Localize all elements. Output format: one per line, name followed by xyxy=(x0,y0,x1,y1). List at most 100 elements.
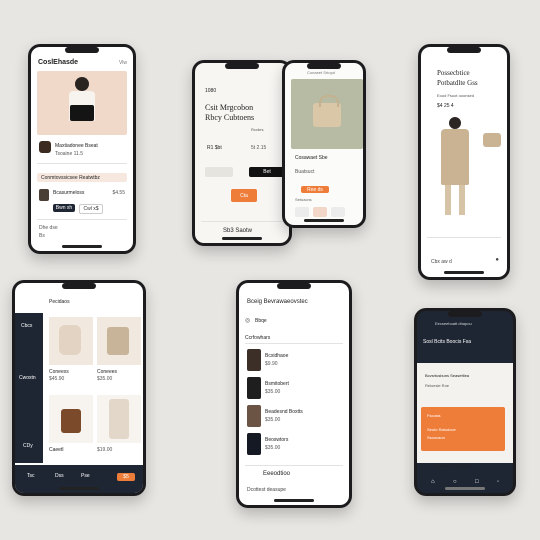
phone-5: Cbcx Cwoxtn CDy Pecidaos Coneexs $45.90 … xyxy=(12,280,146,496)
bottom-text: Bcsessdco Reraets xyxy=(435,463,470,468)
item-label: Bsmitobert xyxy=(265,381,289,387)
item-price: $35.00 xyxy=(265,417,281,423)
item-price: $35.00 xyxy=(265,445,281,451)
row-thumb[interactable] xyxy=(39,189,49,201)
phone-4: Possecbtice Potbatdlte Gss Eoud Fsuot oo… xyxy=(418,44,510,280)
product-caption: Maxtiadonee Bseat xyxy=(55,143,98,149)
screen-header: Bceig Bevrawaeovstec xyxy=(247,299,308,305)
side-label: Cbcx xyxy=(21,323,33,329)
field-note: 5t 2.15 xyxy=(251,145,267,151)
item-thumb[interactable] xyxy=(247,433,261,455)
nav-item[interactable]: Tsc xyxy=(27,473,35,479)
notch xyxy=(62,283,96,289)
product-price: $35.00 xyxy=(97,376,113,382)
product-image[interactable] xyxy=(49,317,93,365)
status-text: 1080 xyxy=(205,88,217,94)
screen: Bceig Bevrawaeovstec ◎ Bbqe Ccrfowhars B… xyxy=(239,283,349,505)
screen: 1080 Csit Mrgcobon Rbcy Cubtoens Rcxbrs … xyxy=(195,63,289,243)
home-indicator xyxy=(304,219,344,222)
screen: Conaeet Srtopd Cosawaet Sbe Buatsuct Ree… xyxy=(285,63,363,225)
nav-item[interactable]: Pse xyxy=(81,473,90,479)
product-thumb[interactable] xyxy=(39,141,51,153)
notch xyxy=(307,63,341,69)
notch xyxy=(65,47,99,53)
product-desc: Eoud Fsuot ooonsed xyxy=(437,93,474,98)
item-thumb[interactable] xyxy=(247,405,261,427)
cta-button[interactable]: Cta xyxy=(231,189,257,202)
submit-button[interactable]: Bet xyxy=(249,167,285,177)
chip[interactable]: Cwl x$ xyxy=(79,204,103,214)
promo-title: Fscosis xyxy=(427,413,441,418)
user-icon[interactable]: ◦ xyxy=(497,479,499,485)
chip-active[interactable]: Bwn xh xyxy=(53,204,75,212)
product-price: $45.90 xyxy=(49,376,65,382)
product-subtitle: Potbatdlte Gss xyxy=(437,79,478,87)
app-title: CoslEhasde xyxy=(38,59,79,66)
home-indicator xyxy=(445,487,485,490)
home-indicator xyxy=(62,245,102,248)
home-indicator xyxy=(274,499,314,502)
row-label: Bcasurmeloss xyxy=(53,190,85,196)
divider xyxy=(201,221,283,222)
product-label: Coneees xyxy=(97,369,118,375)
bag-icon[interactable]: □ xyxy=(475,479,479,485)
tab-label[interactable]: Bbqe xyxy=(255,318,267,324)
product-hero xyxy=(291,79,363,149)
section-title: Cosawaet Sbe xyxy=(295,155,328,161)
search-icon[interactable]: ○ xyxy=(453,479,457,485)
product-image[interactable] xyxy=(97,395,141,443)
screen: Cbcx Cwoxtn CDy Pecidaos Coneexs $45.90 … xyxy=(15,283,143,493)
screen-header: Pecidaos xyxy=(49,299,70,305)
phone-1: CoslEhasde Vlw Maxtiadonee Bseat Tsoaine… xyxy=(28,44,136,254)
swatch[interactable] xyxy=(313,207,327,217)
phone-3: Conaeet Srtopd Cosawaet Sbe Buatsuct Ree… xyxy=(282,60,366,228)
item-label: Beadesnd Boxtts xyxy=(265,409,303,415)
nav-item[interactable]: Dss xyxy=(55,473,64,479)
bag-icon xyxy=(107,327,129,355)
model-image xyxy=(431,117,483,227)
product-price: Tsoaine 11.5 xyxy=(55,151,83,157)
product-price: $4 25 4 xyxy=(437,103,454,109)
row-text: Bcvsrtusbuns Seasettlea xyxy=(425,373,470,378)
divider xyxy=(245,465,343,466)
field-value: R1 $bt xyxy=(207,145,222,151)
screen-header: Conaeet Srtopd xyxy=(307,70,336,75)
notch xyxy=(225,63,259,69)
side-panel xyxy=(15,313,43,463)
item-price: $9.90 xyxy=(265,361,278,367)
side-label: Cwoxtn xyxy=(19,375,36,381)
side-label: CDy xyxy=(23,443,33,449)
item-thumb[interactable] xyxy=(247,377,261,399)
divider xyxy=(37,163,127,164)
home-indicator xyxy=(59,487,99,490)
menu-label[interactable]: Vlw xyxy=(119,60,127,66)
home-icon[interactable]: ⌂ xyxy=(431,479,435,485)
swatch[interactable] xyxy=(331,207,345,217)
coat-icon xyxy=(109,399,129,439)
product-image[interactable] xyxy=(97,317,141,365)
screen: Eecseebuatt dhapou Sosl Bcits Boocis Fsa… xyxy=(417,311,513,493)
phone-7: Eecseebuatt dhapou Sosl Bcits Boocis Fsa… xyxy=(414,308,516,496)
swatch[interactable] xyxy=(295,207,309,217)
search-icon[interactable]: ◎ xyxy=(245,317,250,324)
nav-price-button[interactable]: $5 xyxy=(117,473,135,481)
cart-icon[interactable]: ● xyxy=(495,257,499,263)
bag-thumb[interactable] xyxy=(483,133,501,147)
item-thumb[interactable] xyxy=(247,349,261,371)
phone-2: 1080 Csit Mrgcobon Rbcy Cubtoens Rcxbrs … xyxy=(192,60,292,246)
backpack-icon xyxy=(59,325,81,355)
section-title: Ccrfowhars xyxy=(245,335,271,341)
product-image[interactable] xyxy=(49,395,93,443)
phone-6: Bceig Bevrawaeovstec ◎ Bbqe Ccrfowhars B… xyxy=(236,280,352,508)
notch xyxy=(447,47,481,53)
handbag-icon xyxy=(70,105,94,121)
input-field[interactable] xyxy=(205,167,233,177)
trench-coat xyxy=(441,129,469,185)
footer-label: Bs xyxy=(39,233,45,239)
footer-label: Dhe dse xyxy=(39,225,58,231)
product-label: Coneexs xyxy=(49,369,69,375)
heading-line-2: Rbcy Cubtoens xyxy=(205,113,255,122)
orange-tag[interactable]: Ree ds xyxy=(301,186,329,193)
heading-line-1: Csit Mrgcobon xyxy=(205,103,254,112)
home-indicator xyxy=(444,271,484,274)
